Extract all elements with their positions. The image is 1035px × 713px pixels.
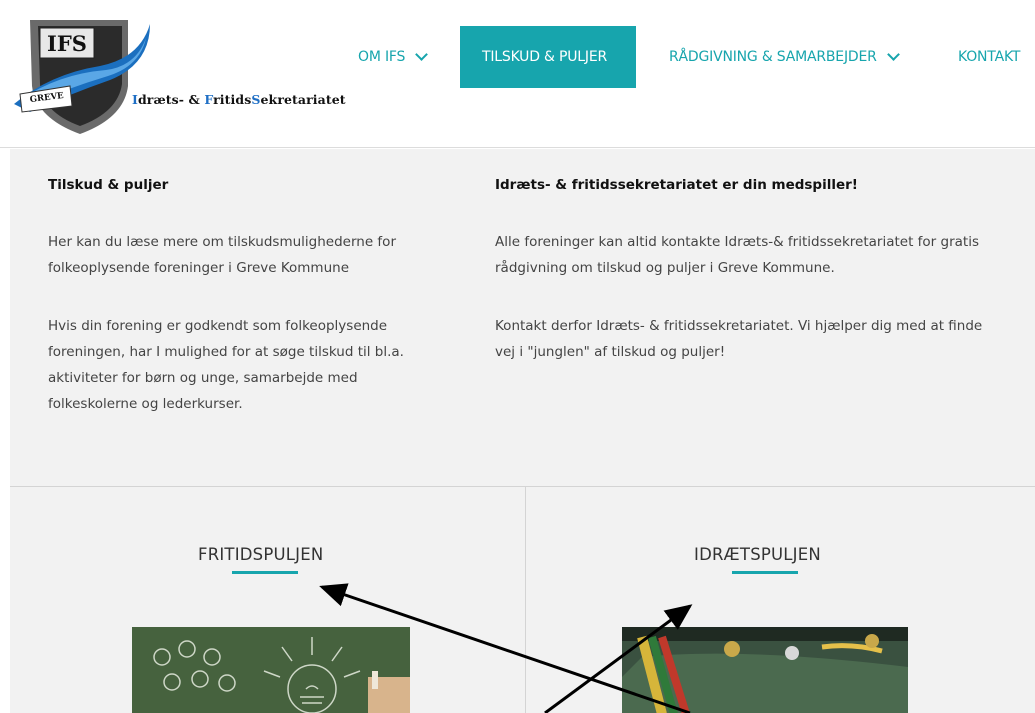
nav-label: RÅDGIVNING & SAMARBEJDER — [669, 49, 877, 65]
text-line: vej i "junglen" af tilskud og puljer! — [495, 344, 726, 360]
text-line: aktiviteter for børn og unge, samarbejde… — [48, 370, 358, 386]
text-line: folkeskolerne og lederkurser. — [48, 396, 243, 412]
chalkboard-lightbulbs-illustration — [132, 627, 410, 713]
logo-tagline: Idræts- & FritidsSekretariatet — [132, 92, 346, 107]
medals-ribbons-illustration — [622, 627, 908, 713]
info-left-paragraph-2: Hvis din forening er godkendt som folkeo… — [48, 313, 404, 417]
text-line: Her kan du læse mere om tilskudsmulighed… — [48, 234, 396, 250]
info-right-title: Idræts- & fritidssekretariatet er din me… — [495, 177, 858, 193]
info-right-paragraph-2: Kontakt derfor Idræts- & fritidssekretar… — [495, 313, 982, 365]
medals-ribbons-image[interactable] — [622, 627, 908, 713]
card-divider — [525, 487, 526, 713]
info-section: Tilskud & puljer Her kan du læse mere om… — [10, 149, 1035, 486]
info-left-paragraph-1: Her kan du læse mere om tilskudsmulighed… — [48, 229, 396, 281]
text-line: Hvis din forening er godkendt som folkeo… — [48, 318, 388, 334]
nav-item-raadgivning[interactable]: RÅDGIVNING & SAMARBEJDER — [669, 26, 900, 88]
nav-label: TILSKUD & PULJER — [482, 49, 608, 65]
title-underline — [732, 571, 798, 574]
chevron-down-icon — [886, 48, 900, 61]
card-title[interactable]: FRITIDSPULJEN — [198, 545, 323, 564]
chevron-down-icon — [415, 48, 429, 61]
chalkboard-lightbulbs-image[interactable] — [132, 627, 410, 713]
nav-item-om-ifs[interactable]: OM IFS — [358, 26, 429, 88]
text-line: rådgivning om tilskud og puljer i Greve … — [495, 260, 835, 276]
text-line: folkeoplysende foreninger i Greve Kommun… — [48, 260, 349, 276]
nav-label: OM IFS — [358, 49, 406, 65]
text-line: Kontakt derfor Idræts- & fritidssekretar… — [495, 318, 983, 334]
logo-abbr: IFS — [47, 30, 87, 56]
nav-item-tilskud-puljer[interactable]: TILSKUD & PULJER — [460, 26, 636, 88]
text-line: foreningen, har I mulighed for at søge t… — [48, 344, 404, 360]
card-title[interactable]: IDRÆTSPULJEN — [694, 545, 821, 564]
info-right-paragraph-1: Alle foreninger kan altid kontakte Idræt… — [495, 229, 979, 281]
nav-label: KONTAKT — [958, 49, 1021, 65]
site-header: IFS GREVE Idræts- & FritidsSekretariatet… — [0, 0, 1035, 148]
nav-item-kontakt[interactable]: KONTAKT — [958, 26, 1020, 88]
info-left-title: Tilskud & puljer — [48, 177, 169, 193]
pulje-cards: FRITIDSPULJEN IDRÆTSPULJEN — [10, 486, 1035, 713]
text-line: Alle foreninger kan altid kontakte Idræt… — [495, 234, 979, 250]
title-underline — [232, 571, 298, 574]
ifs-logo[interactable]: IFS GREVE Idræts- & FritidsSekretariatet — [10, 14, 350, 136]
